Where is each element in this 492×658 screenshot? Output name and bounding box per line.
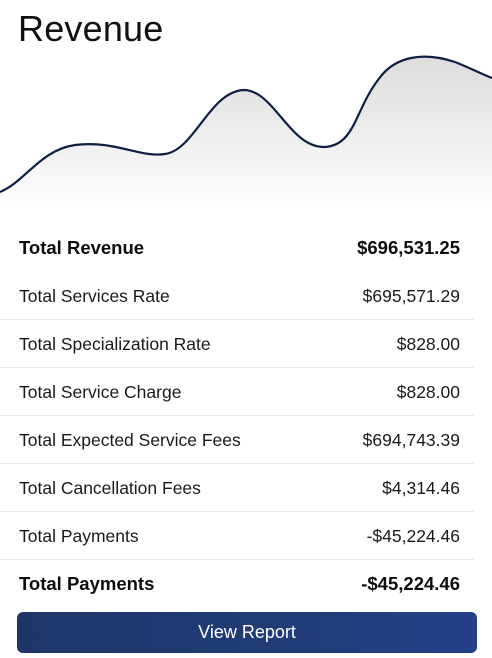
summary-row-label: Total Specialization Rate: [19, 333, 211, 354]
summary-row-label: Total Payments: [19, 525, 139, 546]
summary-row-value: -$45,224.46: [366, 525, 460, 546]
summary-row-cancellation-fees: Total Cancellation Fees $4,314.46: [0, 464, 492, 512]
summary-row-value: $694,743.39: [362, 429, 460, 450]
revenue-trend-chart: [0, 55, 492, 210]
revenue-trend-area: [0, 56, 492, 210]
summary-row-value: -$45,224.46: [361, 573, 460, 594]
summary-row-service-charge: Total Service Charge $828.00: [0, 368, 492, 416]
summary-row-value: $828.00: [396, 381, 460, 402]
summary-row-label: Total Cancellation Fees: [19, 477, 201, 498]
summary-row-services-rate: Total Services Rate $695,571.29: [0, 272, 492, 320]
revenue-summary-list: Total Revenue $696,531.25 Total Services…: [0, 224, 492, 608]
summary-row-payments: Total Payments -$45,224.46: [0, 512, 492, 560]
summary-row-total-revenue: Total Revenue $696,531.25: [0, 224, 492, 272]
summary-row-value: $828.00: [396, 333, 460, 354]
summary-row-total-payments: Total Payments -$45,224.46: [0, 560, 492, 608]
summary-row-value: $4,314.46: [382, 477, 460, 498]
page-title: Revenue: [18, 8, 164, 49]
summary-row-expected-service-fees: Total Expected Service Fees $694,743.39: [0, 416, 492, 464]
view-report-button[interactable]: View Report: [17, 612, 477, 653]
summary-row-value: $696,531.25: [357, 237, 460, 258]
summary-row-label: Total Services Rate: [19, 285, 170, 306]
summary-row-label: Total Service Charge: [19, 381, 182, 402]
summary-row-label: Total Revenue: [19, 237, 145, 258]
summary-row-value: $695,571.29: [362, 285, 460, 306]
summary-row-specialization-rate: Total Specialization Rate $828.00: [0, 320, 492, 368]
summary-row-label: Total Payments: [19, 573, 155, 594]
summary-row-label: Total Expected Service Fees: [19, 429, 241, 450]
